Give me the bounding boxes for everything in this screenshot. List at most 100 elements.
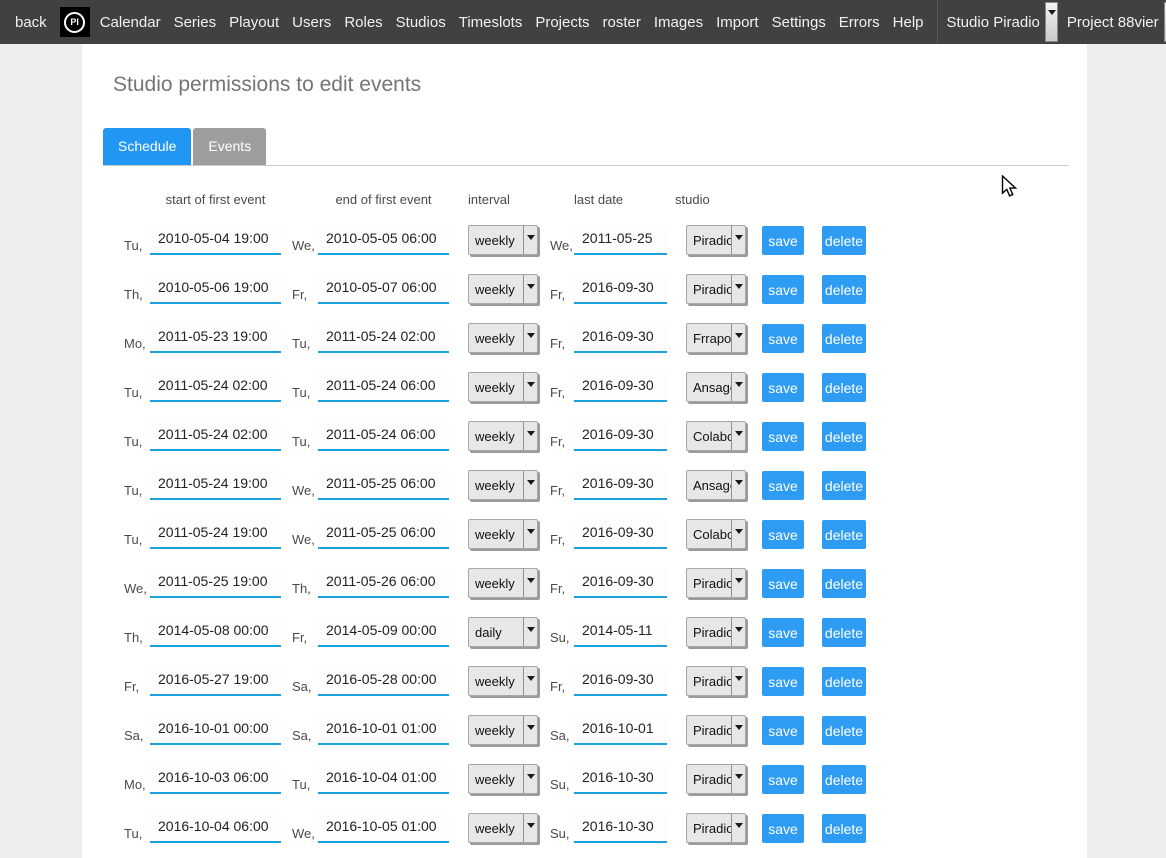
save-button[interactable]: save — [762, 422, 804, 451]
nav-item-settings[interactable]: Settings — [772, 14, 826, 31]
studio-row-select[interactable]: Piradio — [686, 568, 746, 598]
back-link[interactable]: back — [15, 14, 47, 31]
interval-select[interactable]: weekly — [468, 715, 538, 745]
delete-button[interactable]: delete — [822, 814, 866, 843]
start-datetime-input[interactable] — [150, 666, 281, 696]
nav-item-studios[interactable]: Studios — [396, 14, 446, 31]
last-date-input[interactable] — [574, 470, 667, 500]
studio-row-select[interactable]: Piradio — [686, 225, 746, 255]
studio-row-select[interactable]: Piradio — [686, 813, 746, 843]
interval-select[interactable]: weekly — [468, 274, 538, 304]
last-date-input[interactable] — [574, 372, 667, 402]
delete-button[interactable]: delete — [822, 471, 866, 500]
studio-row-select[interactable]: Piradio — [686, 764, 746, 794]
save-button[interactable]: save — [762, 373, 804, 402]
end-datetime-input[interactable] — [318, 372, 449, 402]
save-button[interactable]: save — [762, 275, 804, 304]
save-button[interactable]: save — [762, 520, 804, 549]
last-date-input[interactable] — [574, 225, 667, 255]
studio-row-select[interactable]: Colabo — [686, 421, 746, 451]
tab-events[interactable]: Events — [193, 128, 266, 165]
studio-row-select[interactable]: Piradio — [686, 715, 746, 745]
end-datetime-input[interactable] — [318, 274, 449, 304]
studio-row-select[interactable]: Colabo — [686, 519, 746, 549]
last-date-input[interactable] — [574, 323, 667, 353]
start-datetime-input[interactable] — [150, 519, 281, 549]
save-button[interactable]: save — [762, 667, 804, 696]
last-date-input[interactable] — [574, 813, 667, 843]
save-button[interactable]: save — [762, 618, 804, 647]
start-datetime-input[interactable] — [150, 421, 281, 451]
nav-item-calendar[interactable]: Calendar — [100, 14, 161, 31]
start-datetime-input[interactable] — [150, 764, 281, 794]
start-datetime-input[interactable] — [150, 715, 281, 745]
end-datetime-input[interactable] — [318, 813, 449, 843]
delete-button[interactable]: delete — [822, 275, 866, 304]
interval-select[interactable]: weekly — [468, 519, 538, 549]
start-datetime-input[interactable] — [150, 225, 281, 255]
studio-select[interactable]: Studio Piradio — [947, 2, 1058, 42]
end-datetime-input[interactable] — [318, 568, 449, 598]
end-datetime-input[interactable] — [318, 323, 449, 353]
start-datetime-input[interactable] — [150, 372, 281, 402]
end-datetime-input[interactable] — [318, 617, 449, 647]
last-date-input[interactable] — [574, 274, 667, 304]
project-select[interactable]: Project 88vier — [1067, 2, 1166, 42]
interval-select[interactable]: daily — [468, 617, 538, 647]
save-button[interactable]: save — [762, 471, 804, 500]
interval-select[interactable]: weekly — [468, 666, 538, 696]
interval-select[interactable]: weekly — [468, 813, 538, 843]
nav-item-roster[interactable]: roster — [603, 14, 641, 31]
interval-select[interactable]: weekly — [468, 421, 538, 451]
nav-item-series[interactable]: Series — [174, 14, 217, 31]
studio-row-select[interactable]: Piradio — [686, 274, 746, 304]
nav-item-import[interactable]: Import — [716, 14, 759, 31]
nav-item-playout[interactable]: Playout — [229, 14, 279, 31]
studio-row-select[interactable]: Ansage — [686, 470, 746, 500]
studio-row-select[interactable]: Piradio — [686, 617, 746, 647]
last-date-input[interactable] — [574, 715, 667, 745]
tab-schedule[interactable]: Schedule — [103, 128, 191, 165]
studio-row-select[interactable]: Piradio — [686, 666, 746, 696]
studio-row-select[interactable]: Ansage — [686, 372, 746, 402]
nav-item-projects[interactable]: Projects — [535, 14, 589, 31]
save-button[interactable]: save — [762, 814, 804, 843]
save-button[interactable]: save — [762, 324, 804, 353]
end-datetime-input[interactable] — [318, 764, 449, 794]
start-datetime-input[interactable] — [150, 323, 281, 353]
delete-button[interactable]: delete — [822, 324, 866, 353]
delete-button[interactable]: delete — [822, 422, 866, 451]
end-datetime-input[interactable] — [318, 421, 449, 451]
save-button[interactable]: save — [762, 765, 804, 794]
chevron-down-icon[interactable] — [1045, 2, 1058, 42]
save-button[interactable]: save — [762, 569, 804, 598]
interval-select[interactable]: weekly — [468, 372, 538, 402]
save-button[interactable]: save — [762, 716, 804, 745]
last-date-input[interactable] — [574, 617, 667, 647]
end-datetime-input[interactable] — [318, 470, 449, 500]
interval-select[interactable]: weekly — [468, 470, 538, 500]
delete-button[interactable]: delete — [822, 765, 866, 794]
end-datetime-input[interactable] — [318, 519, 449, 549]
delete-button[interactable]: delete — [822, 520, 866, 549]
save-button[interactable]: save — [762, 226, 804, 255]
nav-item-users[interactable]: Users — [292, 14, 331, 31]
interval-select[interactable]: weekly — [468, 323, 538, 353]
last-date-input[interactable] — [574, 666, 667, 696]
delete-button[interactable]: delete — [822, 569, 866, 598]
nav-item-timeslots[interactable]: Timeslots — [459, 14, 523, 31]
last-date-input[interactable] — [574, 764, 667, 794]
studio-row-select[interactable]: Frrapo — [686, 323, 746, 353]
end-datetime-input[interactable] — [318, 225, 449, 255]
piradio-logo-icon[interactable]: PI — [60, 7, 90, 37]
interval-select[interactable]: weekly — [468, 225, 538, 255]
last-date-input[interactable] — [574, 421, 667, 451]
delete-button[interactable]: delete — [822, 226, 866, 255]
delete-button[interactable]: delete — [822, 618, 866, 647]
start-datetime-input[interactable] — [150, 617, 281, 647]
last-date-input[interactable] — [574, 519, 667, 549]
nav-item-errors[interactable]: Errors — [839, 14, 880, 31]
end-datetime-input[interactable] — [318, 666, 449, 696]
interval-select[interactable]: weekly — [468, 764, 538, 794]
start-datetime-input[interactable] — [150, 813, 281, 843]
